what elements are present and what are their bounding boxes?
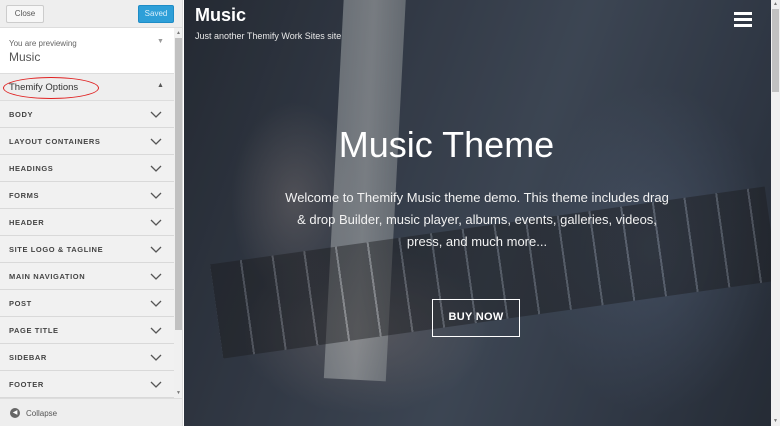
sidebar-topbar: Close Saved bbox=[0, 0, 182, 28]
option-label: HEADER bbox=[9, 218, 45, 227]
option-item-footer[interactable]: FOOTER bbox=[0, 371, 175, 398]
hero-text: Welcome to Themify Music theme demo. Thi… bbox=[285, 190, 669, 249]
previewing-caption: You are previewing bbox=[9, 39, 77, 48]
chevron-down-icon bbox=[150, 246, 162, 253]
option-item-page-title[interactable]: PAGE TITLE bbox=[0, 317, 175, 344]
option-item-main-navigation[interactable]: MAIN NAVIGATION bbox=[0, 263, 175, 290]
chevron-down-icon bbox=[150, 165, 162, 172]
option-label: LAYOUT CONTAINERS bbox=[9, 137, 101, 146]
option-label: HEADINGS bbox=[9, 164, 54, 173]
option-item-layout-containers[interactable]: LAYOUT CONTAINERS bbox=[0, 128, 175, 155]
option-label: MAIN NAVIGATION bbox=[9, 272, 86, 281]
hero-title: Music Theme bbox=[338, 124, 555, 165]
site-title[interactable]: Music bbox=[195, 5, 246, 26]
option-item-headings[interactable]: HEADINGS bbox=[0, 155, 175, 182]
chevron-down-icon bbox=[150, 273, 162, 280]
chevron-down-icon bbox=[150, 219, 162, 226]
chevron-down-icon bbox=[150, 327, 162, 334]
collapse-icon: ◀ bbox=[10, 408, 20, 418]
chevron-down-icon bbox=[150, 300, 162, 307]
option-item-site-logo-tagline[interactable]: SITE LOGO & TAGLINE bbox=[0, 236, 175, 263]
scroll-down-arrow-icon[interactable]: ▼ bbox=[175, 389, 182, 397]
site-tagline: Just another Themify Work Sites site bbox=[195, 31, 342, 41]
collapse-label: Collapse bbox=[26, 409, 58, 418]
site-preview: Music Just another Themify Work Sites si… bbox=[184, 0, 771, 426]
option-label: FOOTER bbox=[9, 380, 44, 389]
previewing-panel[interactable]: You are previewing Music ▼ bbox=[0, 28, 175, 74]
option-item-sidebar[interactable]: SIDEBAR bbox=[0, 344, 175, 371]
chevron-down-icon bbox=[150, 192, 162, 199]
caret-down-icon[interactable]: ▼ bbox=[157, 38, 164, 45]
option-item-body[interactable]: BODY bbox=[0, 101, 175, 128]
chevron-down-icon bbox=[150, 381, 162, 388]
chevron-down-icon bbox=[150, 354, 162, 361]
option-item-post[interactable]: POST bbox=[0, 290, 175, 317]
scroll-up-arrow-icon[interactable]: ▲ bbox=[175, 29, 182, 37]
sidebar-scrollbar-thumb[interactable] bbox=[175, 38, 182, 330]
options-list: BODY LAYOUT CONTAINERS HEADINGS FORMS HE… bbox=[0, 101, 175, 398]
highlight-ring bbox=[3, 77, 99, 99]
option-label: SIDEBAR bbox=[9, 353, 47, 362]
caret-up-icon[interactable]: ▲ bbox=[157, 82, 164, 89]
customizer-sidebar: Close Saved You are previewing Music ▼ T… bbox=[0, 0, 183, 426]
option-item-header[interactable]: HEADER bbox=[0, 209, 175, 236]
hamburger-icon[interactable] bbox=[734, 12, 752, 27]
option-label: POST bbox=[9, 299, 32, 308]
chevron-down-icon bbox=[150, 138, 162, 145]
option-label: BODY bbox=[9, 110, 34, 119]
option-item-forms[interactable]: FORMS bbox=[0, 182, 175, 209]
option-label: PAGE TITLE bbox=[9, 326, 59, 335]
option-label: FORMS bbox=[9, 191, 40, 200]
chevron-down-icon bbox=[150, 111, 162, 118]
page-scrollbar-thumb[interactable] bbox=[772, 9, 779, 92]
page-scroll-down-icon[interactable]: ▼ bbox=[772, 417, 779, 425]
saved-button[interactable]: Saved bbox=[138, 5, 174, 23]
buy-now-button[interactable]: BUY NOW bbox=[432, 299, 520, 337]
previewing-theme-title: Music bbox=[9, 50, 41, 64]
option-label: SITE LOGO & TAGLINE bbox=[9, 245, 104, 254]
collapse-button[interactable]: ◀ Collapse bbox=[0, 398, 182, 426]
page-scroll-up-icon[interactable]: ▲ bbox=[772, 0, 779, 8]
close-button[interactable]: Close bbox=[6, 5, 44, 23]
